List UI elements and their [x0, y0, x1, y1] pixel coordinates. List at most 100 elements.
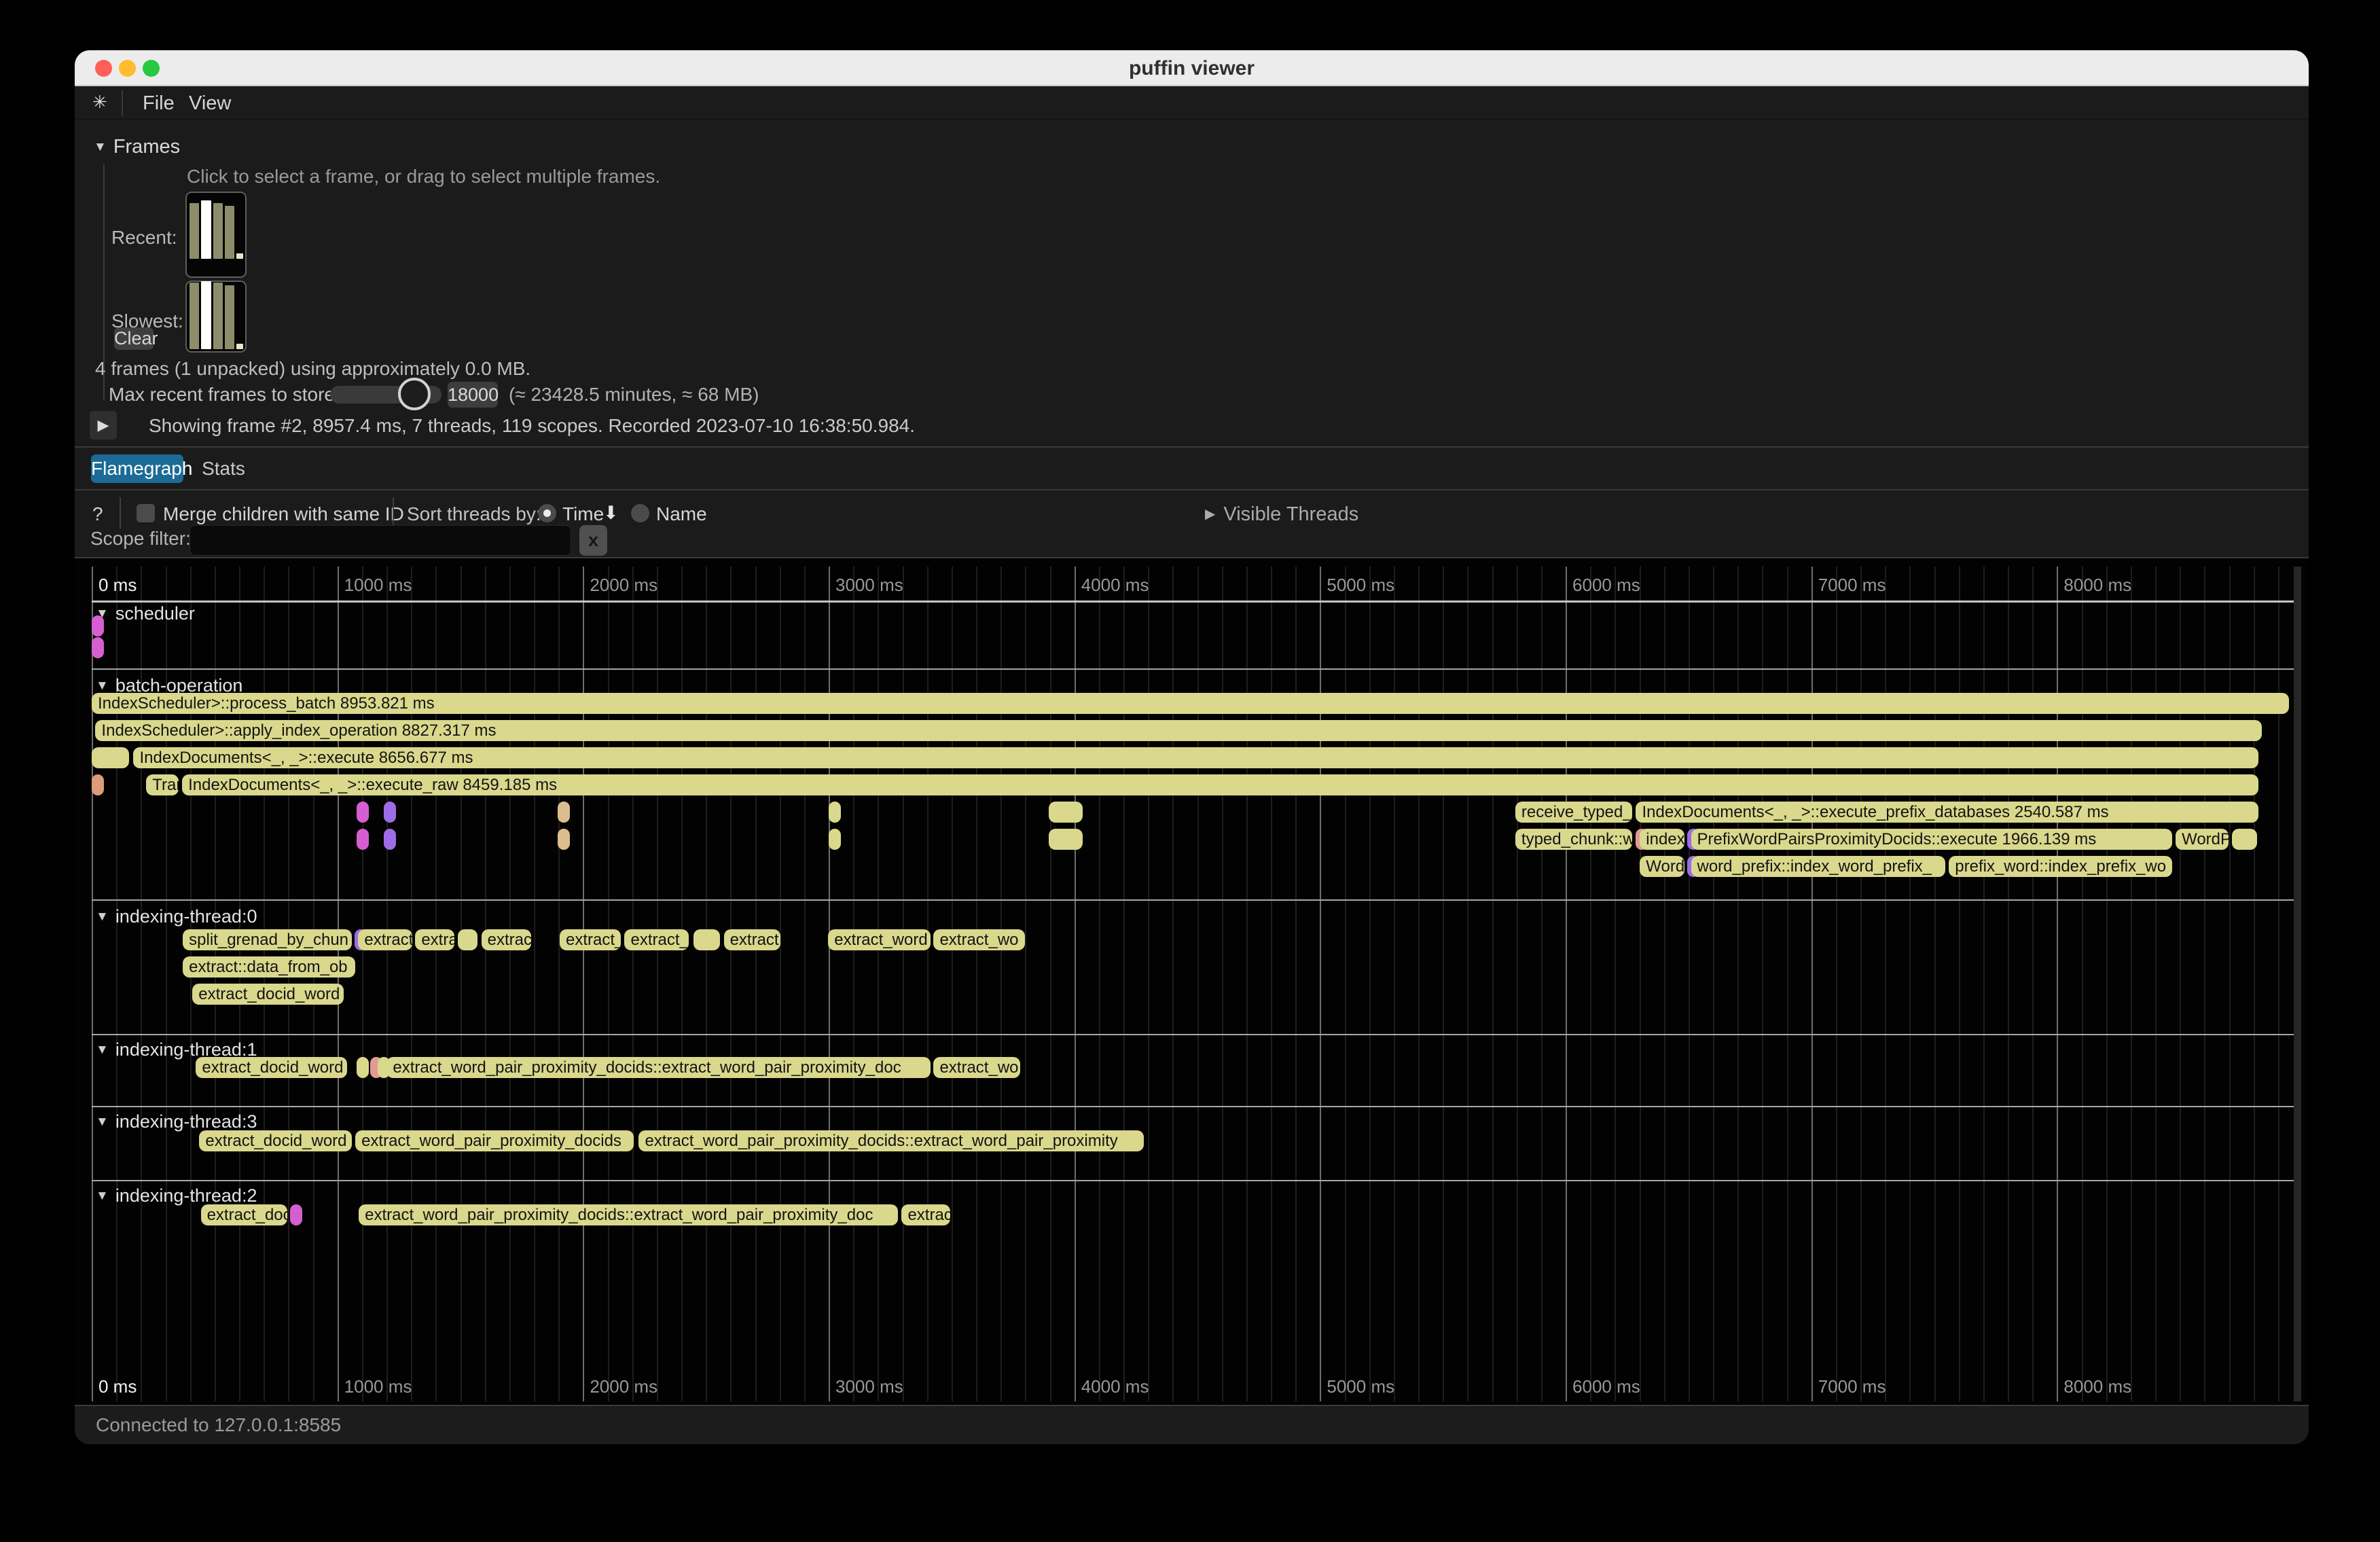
thread-header-indexing-thread:0[interactable]: ▼indexing-thread:0: [96, 906, 257, 927]
frame-thumbnail-bar[interactable]: [213, 283, 223, 349]
minor-gridline: [1025, 567, 1026, 1401]
scope-bar[interactable]: [92, 615, 104, 636]
max-frames-value[interactable]: 18000: [448, 382, 498, 408]
scope-bar[interactable]: [458, 929, 477, 950]
sort-by-name-radio[interactable]: [631, 504, 649, 522]
recent-frames-thumbnail[interactable]: [185, 192, 247, 278]
scope-bar[interactable]: extract::data_from_ob: [183, 956, 355, 978]
flamegraph-canvas[interactable]: 0 ms0 ms1000 ms1000 ms2000 ms2000 ms3000…: [92, 567, 2294, 1401]
scope-bar[interactable]: prefix_word::index_prefix_wo: [1949, 856, 2171, 877]
scope-bar[interactable]: extract: [358, 929, 412, 950]
scope-bar[interactable]: [290, 1204, 302, 1225]
thread-separator: [92, 899, 2294, 901]
menu-item-file[interactable]: File: [143, 92, 175, 115]
scope-bar[interactable]: [2232, 829, 2257, 850]
thread-separator: [92, 1180, 2294, 1181]
play-button[interactable]: ▶: [90, 411, 117, 440]
scope-bar[interactable]: [92, 747, 129, 768]
thread-header-scheduler[interactable]: ▼scheduler: [96, 603, 195, 624]
sort-name-label[interactable]: Name: [656, 503, 707, 525]
sort-direction-arrow-icon[interactable]: ⬇: [603, 503, 619, 524]
scope-bar[interactable]: typed_chunk::w: [1515, 829, 1632, 850]
scope-bar[interactable]: extract_word_pair_proximity_docids::extr…: [638, 1130, 1143, 1151]
recent-frames-label: Recent:: [111, 227, 177, 249]
frame-thumbnail-bar[interactable]: [213, 203, 223, 259]
scope-bar[interactable]: extract_word_pair_proximity_docids::extr…: [359, 1204, 897, 1225]
minor-gridline: [1172, 567, 1174, 1401]
tab-stats[interactable]: Stats: [197, 454, 250, 483]
frames-section-header[interactable]: ▼Frames: [94, 136, 180, 158]
scope-bar[interactable]: extract_wo: [933, 1057, 1020, 1078]
scope-bar[interactable]: extract_word_pair_proximity_docids: [355, 1130, 634, 1151]
scope-bar[interactable]: extract_docid_word: [196, 1057, 347, 1078]
scope-bar[interactable]: Trans: [146, 774, 179, 795]
scope-bar[interactable]: extract_: [624, 929, 689, 950]
frame-thumbnail-bar[interactable]: [190, 283, 199, 349]
scope-bar[interactable]: word_prefix::index_word_prefix_: [1691, 856, 1945, 877]
slowest-frames-thumbnail[interactable]: [185, 281, 247, 353]
scope-bar[interactable]: [558, 802, 570, 823]
scope-bar[interactable]: Word: [1640, 856, 1684, 877]
frame-thumbnail-bar[interactable]: [225, 206, 234, 259]
tab-flamegraph[interactable]: Flamegraph: [91, 454, 183, 483]
slider-knob[interactable]: [398, 378, 431, 410]
scope-bar[interactable]: [1049, 829, 1082, 850]
merge-children-checkbox[interactable]: [137, 504, 155, 522]
frame-thumbnail-bar[interactable]: [225, 285, 234, 349]
scope-bar[interactable]: split_grenad_by_chun: [183, 929, 352, 950]
scope-bar[interactable]: extrac: [482, 929, 531, 950]
frame-thumbnail-bar[interactable]: [236, 253, 243, 259]
scope-bar[interactable]: extract_docid_word: [192, 984, 344, 1005]
scope-bar[interactable]: [92, 637, 104, 658]
clear-button[interactable]: Clear: [114, 327, 154, 350]
scope-bar[interactable]: WordPr: [2176, 829, 2229, 850]
minor-gridline: [1492, 567, 1494, 1401]
scope-bar[interactable]: IndexDocuments<_, _>::execute 8656.677 m…: [133, 747, 2258, 768]
scope-bar[interactable]: [357, 1057, 369, 1078]
frame-thumbnail-bar[interactable]: [190, 203, 199, 259]
scope-bar[interactable]: extra: [415, 929, 454, 950]
scope-bar[interactable]: [829, 802, 841, 823]
scope-bar[interactable]: IndexDocuments<_, _>::execute_prefix_dat…: [1636, 802, 2258, 823]
sort-by-time-radio[interactable]: [538, 504, 556, 522]
menu-item-view[interactable]: View: [189, 92, 231, 115]
thread-header-indexing-thread:3[interactable]: ▼indexing-thread:3: [96, 1111, 257, 1132]
scope-bar[interactable]: extract_word: [828, 929, 930, 950]
scope-bar[interactable]: IndexDocuments<_, _>::execute_raw 8459.1…: [182, 774, 2258, 795]
minor-gridline: [1222, 567, 1223, 1401]
scope-bar[interactable]: receive_typed_: [1515, 802, 1632, 823]
scope-bar[interactable]: [384, 802, 396, 823]
scope-bar[interactable]: extrac: [901, 1204, 950, 1225]
scope-bar[interactable]: [829, 829, 841, 850]
thread-header-indexing-thread:2[interactable]: ▼indexing-thread:2: [96, 1185, 257, 1206]
scope-bar[interactable]: IndexScheduler>::apply_index_operation 8…: [95, 720, 2262, 741]
minor-gridline: [1000, 567, 1002, 1401]
scope-bar[interactable]: IndexScheduler>::process_batch 8953.821 …: [92, 693, 2289, 714]
scope-bar[interactable]: extract_doc: [201, 1204, 287, 1225]
help-icon[interactable]: ?: [92, 503, 103, 525]
scope-bar[interactable]: extract_docid_word: [199, 1130, 352, 1151]
scrollbar[interactable]: [2294, 567, 2301, 1401]
frame-thumbnail-bar[interactable]: [201, 281, 211, 349]
frame-thumbnail-bar[interactable]: [236, 344, 243, 349]
scope-bar[interactable]: index: [1640, 829, 1684, 850]
scope-bar[interactable]: extract: [724, 929, 780, 950]
scope-bar[interactable]: extract_word_pair_proximity_docids::extr…: [386, 1057, 930, 1078]
scope-filter-input[interactable]: [190, 525, 571, 556]
frame-thumbnail-bar[interactable]: [201, 200, 211, 259]
scope-bar[interactable]: [1049, 802, 1082, 823]
sort-time-label[interactable]: Time: [562, 503, 604, 525]
visible-threads-header[interactable]: ▶Visible Threads: [1205, 503, 1358, 526]
clear-filter-button[interactable]: x: [579, 525, 607, 556]
scope-bar[interactable]: [693, 929, 720, 950]
scope-bar[interactable]: [357, 829, 369, 850]
scope-bar[interactable]: [558, 829, 570, 850]
scope-bar[interactable]: extract_wo: [933, 929, 1024, 950]
scope-bar[interactable]: [384, 829, 396, 850]
scope-bar[interactable]: extract_: [560, 929, 621, 950]
theme-toggle-icon[interactable]: ✳: [92, 92, 107, 113]
divider: [393, 497, 394, 528]
scope-bar[interactable]: [92, 774, 104, 795]
scope-bar[interactable]: [357, 802, 369, 823]
scope-bar[interactable]: PrefixWordPairsProximityDocids::execute …: [1691, 829, 2172, 850]
